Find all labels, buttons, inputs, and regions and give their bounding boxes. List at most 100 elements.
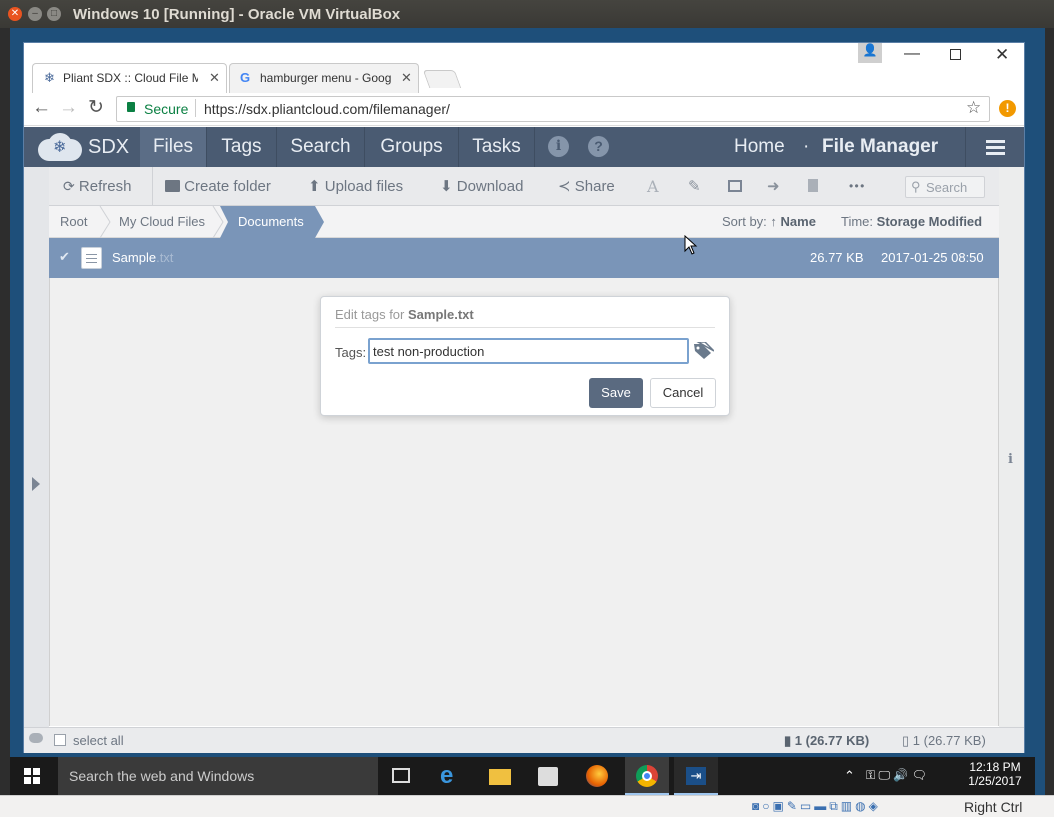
file-explorer-icon[interactable]: [489, 769, 511, 785]
cloud-icon: [29, 733, 43, 743]
edge-icon[interactable]: e: [440, 762, 453, 790]
nav-files[interactable]: Files: [140, 127, 207, 167]
tab-label: hamburger menu - Goog: [260, 71, 392, 85]
secure-label: Secure: [144, 101, 189, 117]
vbox-status-bar: ◙○▣✎▭▬⧉▥◍◈ Right Ctrl: [0, 795, 1054, 817]
clock[interactable]: 12:18 PM 1/25/2017: [965, 760, 1025, 788]
url-text[interactable]: https://sdx.pliantcloud.com/filemanager/: [204, 101, 450, 117]
windows-start-icon[interactable]: [24, 768, 40, 784]
sdx-logo[interactable]: ❄: [38, 133, 84, 161]
vbox-device-icons[interactable]: ◙○▣✎▭▬⧉▥◍◈: [752, 799, 881, 814]
reload-icon[interactable]: ↻: [88, 96, 104, 119]
file-toolbar: ⟳ Refresh Create folder ⬆ Upload files ⬇…: [49, 167, 999, 206]
breadcrumb-my-cloud-files[interactable]: My Cloud Files: [119, 206, 205, 238]
profile-icon[interactable]: 👤: [858, 43, 882, 63]
table-row[interactable]: ✔ Sample.txt 26.77 KB 2017-01-25 08:50: [49, 238, 999, 278]
store-icon[interactable]: [538, 767, 558, 786]
nav-tags[interactable]: Tags: [207, 127, 277, 167]
hamburger-menu-icon[interactable]: [986, 140, 1005, 155]
nav-tasks[interactable]: Tasks: [459, 127, 535, 167]
new-tab-button[interactable]: [422, 70, 462, 88]
copy-icon[interactable]: [728, 167, 742, 206]
folder-plus-icon: [165, 180, 180, 192]
vbox-window-title: Windows 10 [Running] - Oracle VM Virtual…: [73, 6, 401, 23]
taskbar-search-box[interactable]: Search the web and Windows: [58, 757, 378, 795]
tab-close-icon[interactable]: ✕: [209, 70, 220, 86]
back-icon[interactable]: ←: [32, 97, 51, 119]
vbox-maximize-icon[interactable]: □: [47, 7, 61, 21]
cancel-button[interactable]: Cancel: [650, 378, 716, 408]
remote-app-taskbar-button[interactable]: ⇥: [674, 757, 718, 795]
info-icon[interactable]: i: [548, 136, 569, 157]
firefox-icon[interactable]: [586, 765, 608, 787]
close-window-icon[interactable]: ✕: [995, 45, 1009, 65]
share-icon: ≺: [558, 178, 571, 195]
time-control[interactable]: Time: Storage Modified: [841, 206, 982, 238]
tags-icon[interactable]: [692, 342, 714, 360]
create-folder-button[interactable]: Create folder: [165, 167, 271, 206]
file-search-input[interactable]: ⚲ Search: [905, 176, 985, 198]
tab-close-icon[interactable]: ✕: [401, 70, 412, 86]
refresh-icon: ⟳: [63, 178, 75, 194]
sort-control[interactable]: Sort by: ↑ Name: [722, 206, 816, 238]
save-button[interactable]: Save: [589, 378, 643, 408]
tags-label: Tags:: [335, 345, 367, 360]
tab-pliant-sdx[interactable]: ❄ Pliant SDX :: Cloud File M ✕: [32, 63, 227, 93]
checkmark-icon[interactable]: ✔: [59, 249, 70, 265]
breadcrumb-root[interactable]: Root: [60, 206, 87, 238]
minimize-icon[interactable]: —: [904, 45, 920, 63]
tab-google-search[interactable]: G hamburger menu - Goog ✕: [229, 63, 419, 93]
left-panel-toggle[interactable]: [24, 167, 49, 727]
omnibox-divider: [195, 99, 196, 117]
selected-file-icon: ▮: [784, 733, 792, 748]
download-button[interactable]: ⬇ Download: [440, 167, 523, 206]
upload-files-button[interactable]: ⬆ Upload files: [308, 167, 403, 206]
help-icon[interactable]: ?: [588, 136, 609, 157]
file-size: 26.77 KB: [810, 250, 864, 265]
snowflake-icon: ❄: [53, 139, 67, 156]
crumb-separator: [99, 206, 111, 238]
show-hidden-icons-icon[interactable]: ⌃: [844, 768, 855, 784]
breadcrumb: Root My Cloud Files Documents Sort by: ↑…: [49, 206, 999, 238]
select-all-checkbox[interactable]: [54, 734, 66, 746]
expand-left-icon[interactable]: [32, 477, 40, 491]
refresh-button[interactable]: ⟳ Refresh: [63, 167, 131, 206]
bookmark-star-icon[interactable]: ☆: [966, 98, 981, 118]
breadcrumb-documents[interactable]: Documents: [238, 206, 304, 238]
task-view-icon[interactable]: [392, 768, 410, 783]
select-all-label[interactable]: select all: [73, 733, 124, 748]
tray-icons[interactable]: ⚿ 🖵 🔊 🗨: [866, 768, 927, 783]
browser-toolbar: ← → ↻ Secure https://sdx.pliantcloud.com…: [24, 93, 1024, 126]
vbox-minimize-icon[interactable]: –: [28, 7, 42, 21]
host-key-label: Right Ctrl: [964, 799, 1023, 815]
nav-groups[interactable]: Groups: [365, 127, 459, 167]
chrome-window: ❄ Pliant SDX :: Cloud File M ✕ G hamburg…: [23, 42, 1025, 753]
chrome-taskbar-button[interactable]: [625, 757, 669, 795]
dialog-title: Edit tags for Sample.txt: [335, 307, 474, 322]
nav-search[interactable]: Search: [277, 127, 365, 167]
lock-icon: [127, 102, 135, 112]
search-icon: ⚲: [911, 179, 921, 194]
address-bar[interactable]: Secure https://sdx.pliantcloud.com/filem…: [116, 96, 990, 122]
file-icon: ▯: [902, 733, 910, 748]
breadcrumb-home[interactable]: Home: [734, 136, 785, 158]
mouse-cursor-icon: [684, 235, 698, 255]
header-separator: ·: [803, 136, 810, 157]
edit-pencil-icon[interactable]: ✎: [688, 167, 701, 206]
rename-icon[interactable]: A: [647, 167, 659, 206]
forward-icon[interactable]: →: [59, 97, 78, 119]
file-name[interactable]: Sample.txt: [112, 250, 173, 265]
maximize-icon[interactable]: [950, 49, 961, 60]
download-arrow-icon: ⬇: [440, 178, 453, 195]
trash-icon[interactable]: [808, 167, 818, 206]
vbox-close-icon[interactable]: ✕: [8, 7, 22, 21]
text-file-icon: [81, 247, 102, 269]
tab-strip: ❄ Pliant SDX :: Cloud File M ✕ G hamburg…: [24, 43, 1024, 93]
info-panel-icon[interactable]: i: [1008, 452, 1013, 467]
more-actions-icon[interactable]: • • •: [849, 167, 864, 206]
share-button[interactable]: ≺ Share: [558, 167, 615, 206]
tags-input[interactable]: test non-production: [368, 338, 689, 364]
chrome-alert-icon[interactable]: !: [999, 100, 1016, 117]
right-panel-toggle[interactable]: i: [999, 167, 1024, 727]
move-arrow-icon[interactable]: ➜: [767, 167, 780, 206]
